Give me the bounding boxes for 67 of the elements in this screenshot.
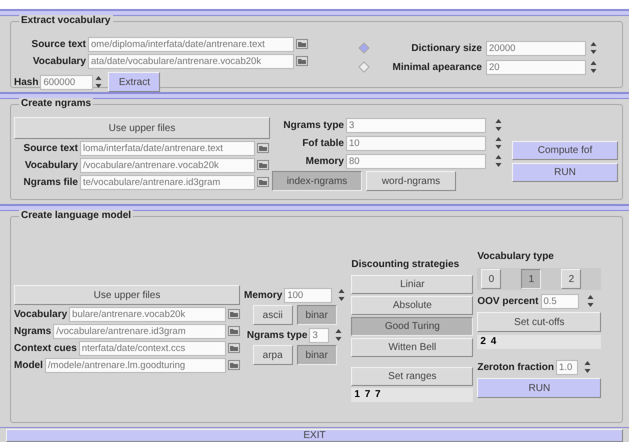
field-label: Source text [30, 38, 86, 50]
path-field[interactable]: te/vocabulare/antrenare.id3gram [80, 174, 255, 190]
field-label: Memory [244, 290, 282, 300]
extract-button[interactable]: Extract [108, 72, 160, 92]
strategy-button[interactable]: Good Turing [351, 317, 474, 336]
option-label: Minimal apearance [392, 62, 482, 72]
vocabulary-type-button[interactable]: 0 [481, 269, 502, 289]
number-field[interactable]: 20 [486, 60, 586, 74]
number-field[interactable]: 0.5 [540, 294, 578, 308]
path-field[interactable]: /vocabulare/antrenare.id3gram [53, 324, 226, 338]
toggle-button[interactable]: ascii [252, 305, 293, 325]
run-button[interactable]: RUN [512, 163, 618, 182]
number-field[interactable]: 20000 [486, 40, 586, 56]
path-field[interactable]: /modele/antrenare.lm.goodturing [44, 358, 226, 372]
field-label: Source text [22, 142, 78, 154]
field-label: Ngrams file [22, 176, 78, 188]
field-label: Vocabulary [24, 160, 78, 170]
field-label: Vocabulary [32, 56, 86, 66]
toggle-button[interactable]: binar [296, 305, 337, 325]
number-field[interactable]: 3 [309, 328, 330, 342]
toggle-button[interactable]: index-ngrams [272, 171, 362, 191]
number-field[interactable]: 3 [346, 118, 486, 132]
exit-button[interactable]: EXIT [6, 429, 623, 442]
use-upper-files-button[interactable]: Use upper files [14, 117, 270, 139]
toggle-button[interactable]: binar [296, 345, 337, 365]
path-field[interactable]: loma/interfata/date/antrenare.text [80, 140, 255, 156]
run-button[interactable]: RUN [477, 378, 602, 398]
set-ranges-button[interactable]: Set ranges [351, 367, 474, 386]
strategy-button[interactable]: Liniar [351, 275, 474, 294]
field-label: Hash [14, 76, 38, 88]
number-field[interactable]: 80 [346, 154, 486, 168]
section-heading: Discounting strategies [351, 259, 460, 272]
toggle-button[interactable]: arpa [252, 345, 293, 365]
strategy-button[interactable]: Absolute [351, 296, 474, 315]
field-label: Zeroton fraction [477, 362, 554, 372]
field-label: Ngrams type [246, 330, 308, 340]
cut-offs-readout: 2 4 [477, 335, 602, 349]
section-heading: Vocabulary type [477, 251, 555, 264]
group-title: Create ngrams [19, 98, 94, 109]
field-label: Model [14, 360, 43, 370]
path-field[interactable]: bulare/antrenare.vocab20k [69, 306, 226, 322]
path-field[interactable]: nterfata/date/context.ccs [78, 340, 226, 356]
field-label: Fof table [301, 138, 344, 148]
field-label: Context cues [14, 342, 77, 354]
path-field[interactable]: /vocabulare/antrenare.vocab20k [80, 158, 255, 172]
toggle-button[interactable]: word-ngrams [366, 171, 456, 191]
group-title: Create language model [19, 210, 134, 221]
field-label: Ngrams [14, 326, 52, 336]
vocabulary-type-button[interactable]: 2 [561, 269, 582, 289]
path-field[interactable]: ata/date/vocabulare/antrenare.vocab20k [88, 54, 294, 68]
group-title: Extract vocabulary [19, 15, 112, 26]
use-upper-files-button[interactable]: Use upper files [14, 285, 240, 305]
field-label: Vocabulary [14, 308, 68, 320]
number-field[interactable]: 1.0 [556, 360, 578, 374]
path-field[interactable]: ome/diploma/interfata/date/antrenare.text [88, 36, 294, 52]
vocabulary-type-button[interactable]: 1 [521, 269, 542, 289]
field-label: OOV percent [477, 296, 538, 306]
number-field[interactable]: 100 [284, 288, 332, 302]
strategy-button[interactable]: Witten Bell [351, 338, 474, 357]
option-label: Dictionary size [410, 42, 482, 54]
number-field[interactable]: 10 [346, 136, 486, 150]
set-cut-offs-button[interactable]: Set cut-offs [477, 312, 602, 332]
number-field[interactable]: 600000 [40, 74, 94, 90]
ranges-readout: 1 7 7 [351, 388, 474, 402]
field-label: Memory [304, 156, 344, 166]
field-label: Ngrams type [282, 120, 344, 130]
compute-fof-button[interactable]: Compute fof [512, 141, 618, 160]
